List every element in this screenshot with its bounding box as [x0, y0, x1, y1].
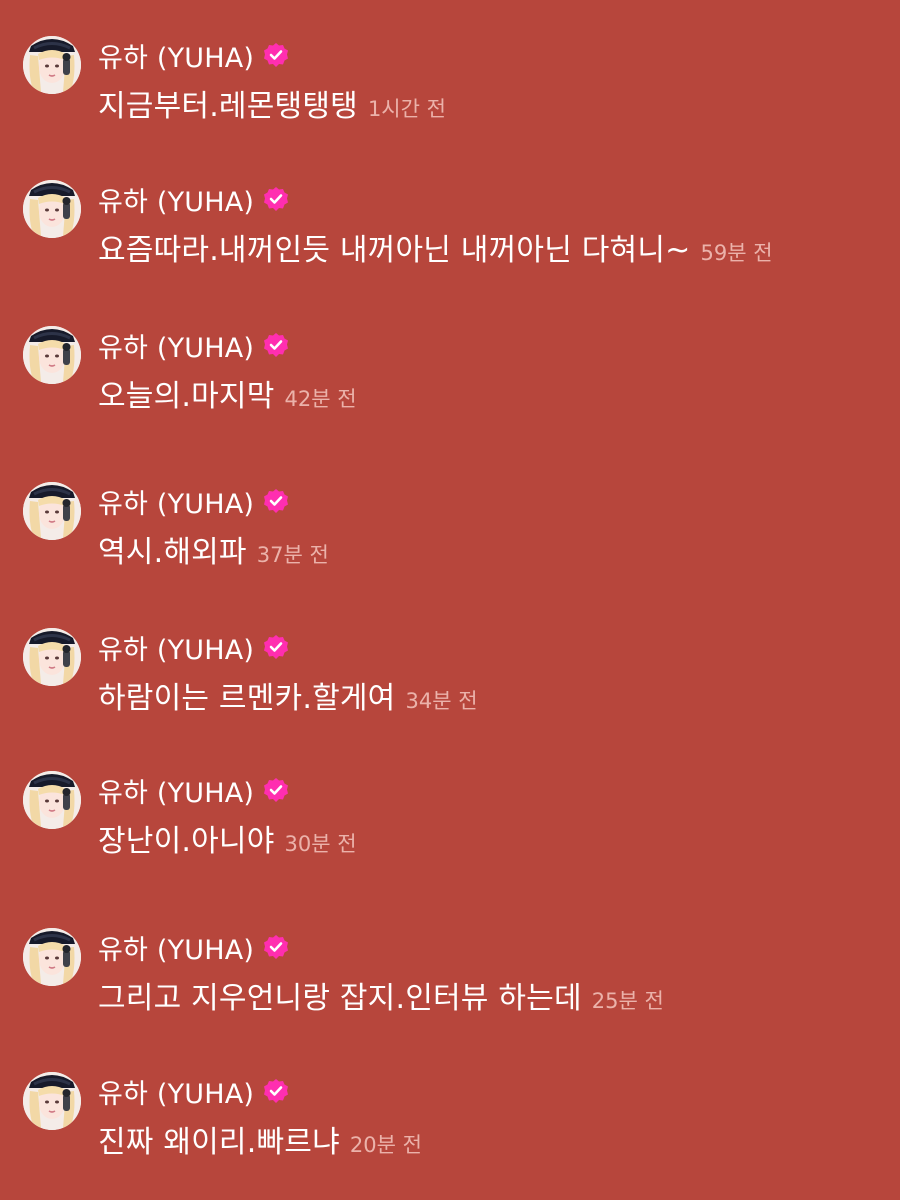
verified-badge-icon: [263, 634, 289, 660]
message-item[interactable]: 유하 (YUHA) 오늘의.마지막 42분 전: [0, 326, 900, 446]
message-text: 진짜 왜이리.빠르냐: [98, 1125, 340, 1160]
message-timestamp: 25분 전: [591, 989, 664, 1013]
message-feed: 유하 (YUHA) 지금부터.레몬탱탱탱 1시간 전 유하 (YUHA) 요즘따…: [0, 0, 900, 1200]
avatar[interactable]: [23, 628, 81, 686]
name-row: 유하 (YUHA): [98, 771, 289, 810]
message-text: 역시.해외파: [98, 535, 247, 570]
message-text-row: 진짜 왜이리.빠르냐 20분 전: [98, 1117, 422, 1160]
username[interactable]: 유하 (YUHA): [98, 482, 254, 521]
avatar[interactable]: [23, 482, 81, 540]
message-timestamp: 42분 전: [284, 387, 357, 411]
avatar[interactable]: [23, 928, 81, 986]
username[interactable]: 유하 (YUHA): [98, 326, 254, 365]
message-item[interactable]: 유하 (YUHA) 하람이는 르멘카.할게여 34분 전: [0, 628, 900, 748]
username[interactable]: 유하 (YUHA): [98, 1072, 254, 1111]
avatar[interactable]: [23, 36, 81, 94]
avatar-photo: [23, 928, 81, 986]
message-item[interactable]: 유하 (YUHA) 장난이.아니야 30분 전: [0, 771, 900, 891]
name-row: 유하 (YUHA): [98, 482, 289, 521]
username[interactable]: 유하 (YUHA): [98, 36, 254, 75]
message-item[interactable]: 유하 (YUHA) 요즘따라.내꺼인듯 내꺼아닌 내꺼아닌 다혀니~ 59분 전: [0, 180, 900, 300]
message-item[interactable]: 유하 (YUHA) 역시.해외파 37분 전: [0, 482, 900, 602]
message-text-row: 역시.해외파 37분 전: [98, 527, 329, 570]
name-row: 유하 (YUHA): [98, 326, 289, 365]
verified-badge-icon: [263, 42, 289, 68]
name-row: 유하 (YUHA): [98, 928, 289, 967]
message-text: 지금부터.레몬탱탱탱: [98, 89, 358, 124]
avatar[interactable]: [23, 326, 81, 384]
username[interactable]: 유하 (YUHA): [98, 628, 254, 667]
message-timestamp: 30분 전: [284, 832, 357, 856]
message-text-row: 그리고 지우언니랑 잡지.인터뷰 하는데 25분 전: [98, 973, 664, 1016]
message-text: 그리고 지우언니랑 잡지.인터뷰 하는데: [98, 981, 582, 1016]
message-text-row: 오늘의.마지막 42분 전: [98, 371, 357, 414]
username[interactable]: 유하 (YUHA): [98, 180, 254, 219]
name-row: 유하 (YUHA): [98, 1072, 289, 1111]
username[interactable]: 유하 (YUHA): [98, 928, 254, 967]
avatar-photo: [23, 180, 81, 238]
username[interactable]: 유하 (YUHA): [98, 771, 254, 810]
message-text-row: 하람이는 르멘카.할게여 34분 전: [98, 673, 478, 716]
verified-badge-icon: [263, 777, 289, 803]
avatar[interactable]: [23, 1072, 81, 1130]
message-text: 장난이.아니야: [98, 824, 275, 859]
avatar[interactable]: [23, 180, 81, 238]
verified-badge-icon: [263, 332, 289, 358]
avatar-photo: [23, 1072, 81, 1130]
verified-badge-icon: [263, 934, 289, 960]
message-timestamp: 1시간 전: [367, 97, 446, 121]
message-timestamp: 34분 전: [405, 689, 478, 713]
name-row: 유하 (YUHA): [98, 36, 289, 75]
message-timestamp: 20분 전: [349, 1133, 422, 1157]
message-timestamp: 59분 전: [700, 241, 773, 265]
verified-badge-icon: [263, 186, 289, 212]
message-text: 요즘따라.내꺼인듯 내꺼아닌 내꺼아닌 다혀니~: [98, 233, 691, 268]
name-row: 유하 (YUHA): [98, 628, 289, 667]
message-item[interactable]: 유하 (YUHA) 지금부터.레몬탱탱탱 1시간 전: [0, 36, 900, 156]
message-text-row: 요즘따라.내꺼인듯 내꺼아닌 내꺼아닌 다혀니~ 59분 전: [98, 225, 773, 268]
message-item[interactable]: 유하 (YUHA) 진짜 왜이리.빠르냐 20분 전: [0, 1072, 900, 1192]
verified-badge-icon: [263, 488, 289, 514]
avatar-photo: [23, 326, 81, 384]
avatar-photo: [23, 628, 81, 686]
avatar-photo: [23, 482, 81, 540]
avatar[interactable]: [23, 771, 81, 829]
message-text-row: 지금부터.레몬탱탱탱 1시간 전: [98, 81, 446, 124]
message-text-row: 장난이.아니야 30분 전: [98, 816, 357, 859]
avatar-photo: [23, 771, 81, 829]
name-row: 유하 (YUHA): [98, 180, 289, 219]
message-timestamp: 37분 전: [256, 543, 329, 567]
message-text: 하람이는 르멘카.할게여: [98, 681, 396, 716]
avatar-photo: [23, 36, 81, 94]
message-text: 오늘의.마지막: [98, 379, 275, 414]
verified-badge-icon: [263, 1078, 289, 1104]
message-item[interactable]: 유하 (YUHA) 그리고 지우언니랑 잡지.인터뷰 하는데 25분 전: [0, 928, 900, 1048]
